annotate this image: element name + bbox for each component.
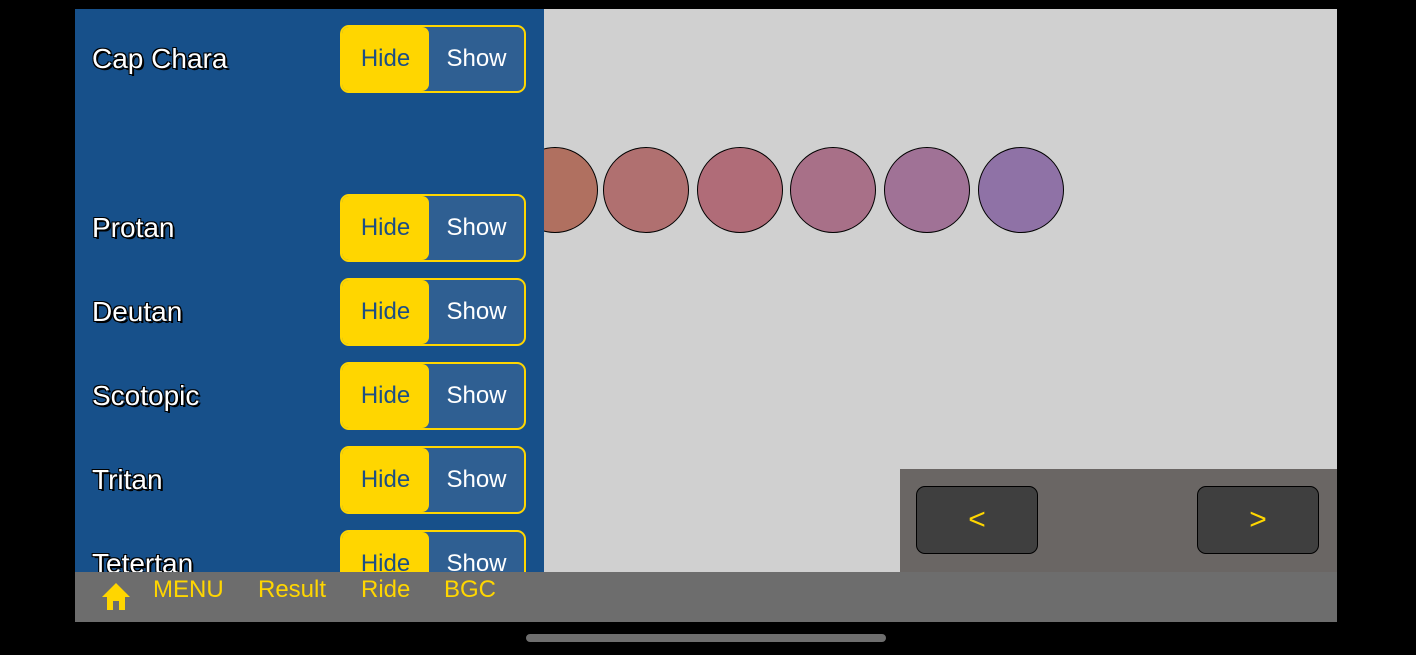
filter-label: Protan — [92, 212, 175, 243]
filter-row-tritan: Tritan Hide Show — [75, 446, 544, 514]
filter-row-cap-chara: Cap Chara Hide Show — [75, 25, 544, 93]
home-icon[interactable] — [100, 580, 132, 612]
color-cap[interactable] — [978, 147, 1064, 233]
hide-show-toggle: Hide Show — [340, 278, 526, 346]
filter-label: Cap Chara — [92, 43, 228, 74]
home-indicator[interactable] — [526, 634, 886, 642]
tab-menu[interactable]: MENU — [153, 576, 224, 604]
hide-option[interactable]: Hide — [342, 364, 429, 428]
filter-row-tetertan: Tetertan Hide Show — [75, 530, 544, 572]
previous-button[interactable]: < — [916, 486, 1038, 554]
filter-row-scotopic: Scotopic Hide Show — [75, 362, 544, 430]
color-cap[interactable] — [790, 147, 876, 233]
hide-option[interactable]: Hide — [342, 196, 429, 260]
show-option[interactable]: Show — [429, 532, 524, 572]
show-option[interactable]: Show — [429, 27, 524, 91]
show-option[interactable]: Show — [429, 280, 524, 344]
tab-bgc[interactable]: BGC — [444, 576, 496, 604]
filter-label: Deutan — [92, 296, 183, 327]
hide-show-toggle: Hide Show — [340, 446, 526, 514]
navigation-panel: < > — [900, 469, 1337, 572]
filter-row-deutan: Deutan Hide Show — [75, 278, 544, 346]
filter-row-protan: Protan Hide Show — [75, 194, 544, 262]
hide-option[interactable]: Hide — [342, 532, 429, 572]
hide-option[interactable]: Hide — [342, 27, 429, 91]
tab-ride[interactable]: Ride — [361, 576, 410, 604]
color-cap[interactable] — [884, 147, 970, 233]
color-cap[interactable] — [697, 147, 783, 233]
show-option[interactable]: Show — [429, 364, 524, 428]
hide-show-toggle: Hide Show — [340, 25, 526, 93]
app-screen: Cap Chara Hide Show Protan Hide Show Deu… — [75, 9, 1337, 622]
tab-result[interactable]: Result — [258, 576, 326, 604]
filter-panel: Cap Chara Hide Show Protan Hide Show Deu… — [75, 9, 544, 572]
hide-show-toggle: Hide Show — [340, 194, 526, 262]
hide-option[interactable]: Hide — [342, 448, 429, 512]
hide-option[interactable]: Hide — [342, 280, 429, 344]
filter-label: Tetertan — [92, 548, 194, 572]
show-option[interactable]: Show — [429, 448, 524, 512]
hide-show-toggle: Hide Show — [340, 362, 526, 430]
show-option[interactable]: Show — [429, 196, 524, 260]
next-button[interactable]: > — [1197, 486, 1319, 554]
filter-label: Scotopic — [92, 380, 200, 411]
color-cap[interactable] — [603, 147, 689, 233]
bottom-bar: MENU Result Ride BGC — [75, 572, 1337, 622]
filter-label: Tritan — [92, 464, 163, 495]
hide-show-toggle: Hide Show — [340, 530, 526, 572]
